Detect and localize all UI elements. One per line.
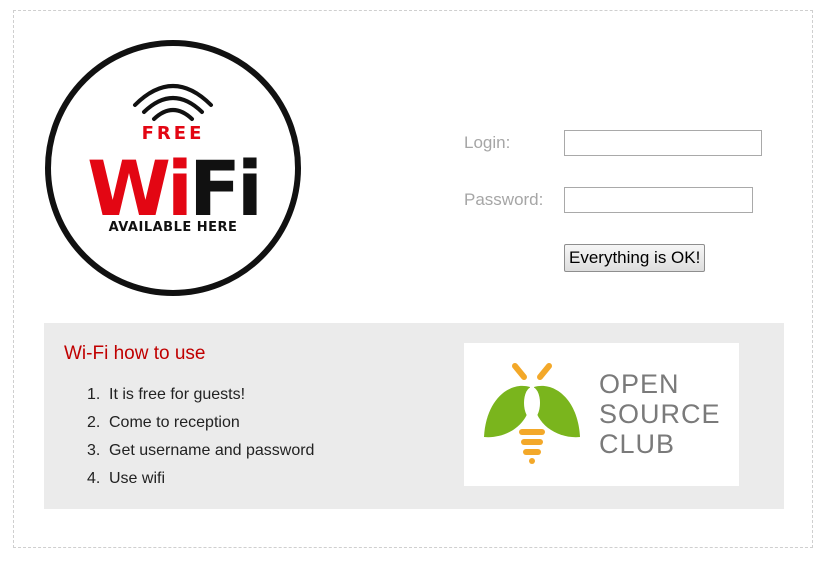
login-form: Login: Password: Everything is OK! <box>464 128 794 278</box>
step-number: 3. <box>87 442 101 459</box>
login-label: Login: <box>464 133 511 152</box>
info-title: Wi-Fi how to use <box>64 343 206 364</box>
step-number: 2. <box>87 414 101 431</box>
step-text: Get username and password <box>109 442 315 459</box>
club-name-line: CLUB <box>599 429 676 459</box>
password-input[interactable] <box>564 187 753 213</box>
logo-free-text: FREE <box>142 123 205 144</box>
logo-available-text: AVAILABLE HERE <box>109 220 238 235</box>
step-number: 1. <box>87 386 101 403</box>
wifi-sign-icon: FREE WiFi AVAILABLE HERE <box>45 40 301 296</box>
submit-button[interactable]: Everything is OK! <box>564 244 706 272</box>
password-label: Password: <box>464 190 544 209</box>
list-item: 4. Use wifi <box>87 465 314 493</box>
free-wifi-logo: FREE WiFi AVAILABLE HERE <box>44 39 302 297</box>
how-to-steps: 1. It is free for guests! 2. Come to recep… <box>87 381 314 493</box>
step-text: Come to reception <box>109 414 240 431</box>
open-source-club-logo: OPEN SOURCE CLUB <box>464 343 739 486</box>
step-number: 4. <box>87 470 101 487</box>
step-text: Use wifi <box>109 470 166 487</box>
list-item: 3. Get username and password <box>87 437 314 465</box>
firefly-bulb-icon <box>484 363 580 464</box>
club-name-line: SOURCE <box>599 399 721 429</box>
club-name-line: OPEN <box>599 369 680 399</box>
list-item: 1. It is free for guests! <box>87 381 314 409</box>
step-text: It is free for guests! <box>109 386 246 403</box>
info-panel: Wi-Fi how to use 1. It is free for guests… <box>44 323 784 509</box>
list-item: 2. Come to reception <box>87 409 314 437</box>
login-input[interactable] <box>564 130 762 156</box>
